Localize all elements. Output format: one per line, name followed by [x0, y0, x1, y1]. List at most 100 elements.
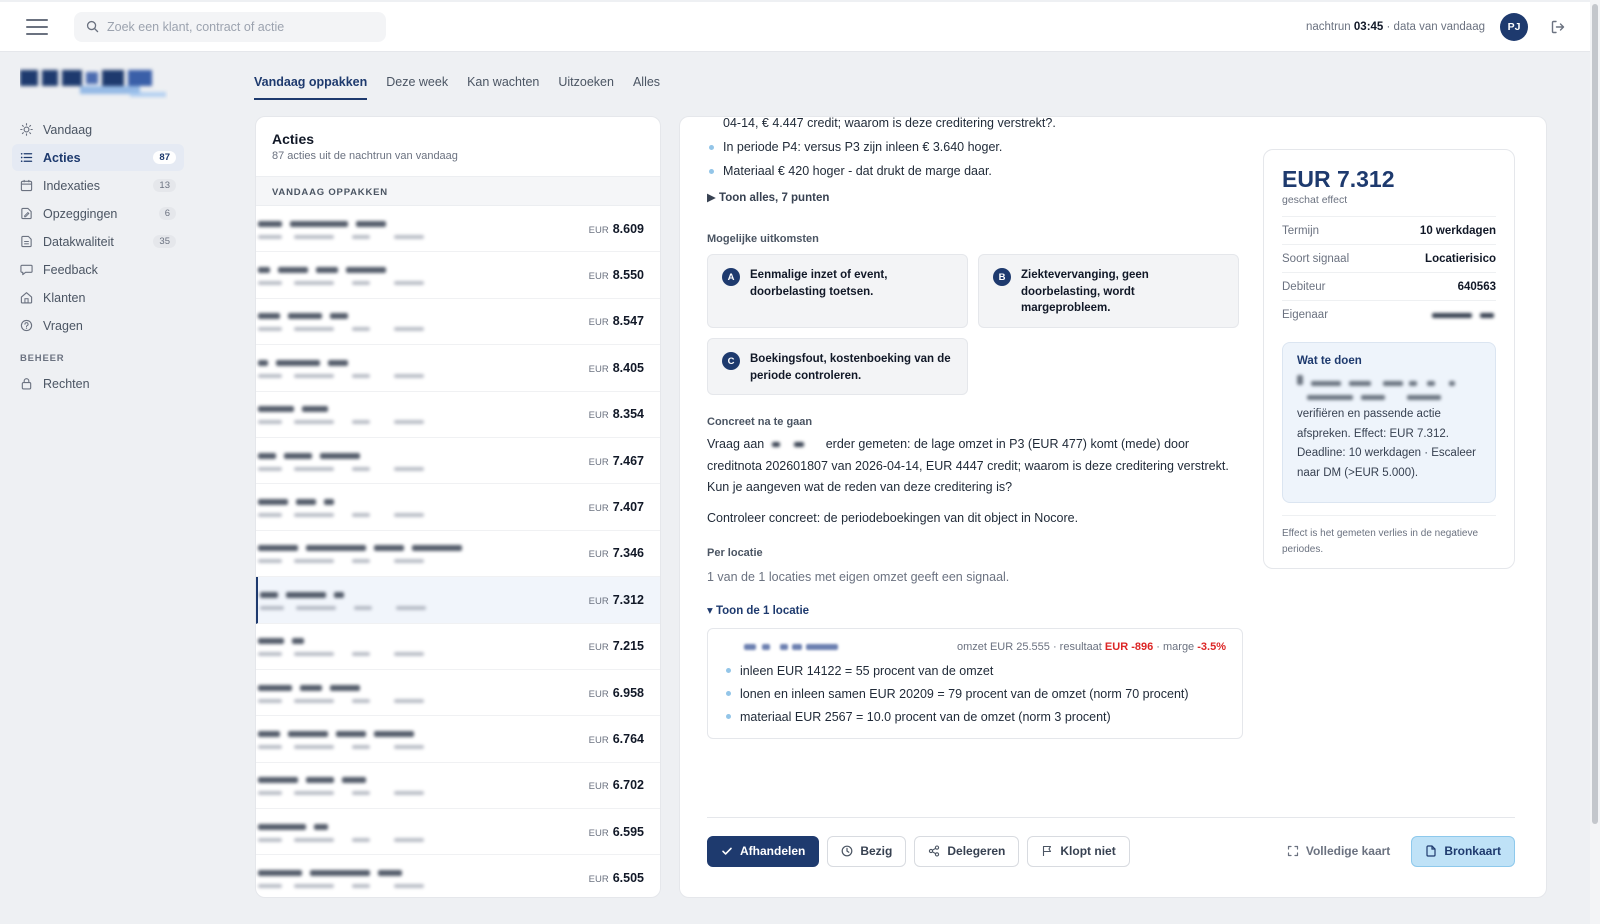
- table-row[interactable]: EUR 6.958: [256, 670, 660, 717]
- hamburger-menu-icon[interactable]: [26, 18, 48, 35]
- effect-row: Termijn 10 werkdagen: [1282, 216, 1496, 244]
- outcome-option-b[interactable]: B Ziektevervanging, geen doorbelasting, …: [978, 254, 1239, 328]
- effect-row: Eigenaar: [1282, 300, 1496, 328]
- sidebar-item-label: Datakwaliteit: [43, 234, 114, 249]
- sidebar-item-label: Klanten: [43, 290, 86, 305]
- redacted-customer-name: [258, 582, 572, 618]
- count-badge: 13: [153, 179, 176, 192]
- table-row[interactable]: EUR 8.547: [256, 299, 660, 346]
- table-row[interactable]: EUR 8.550: [256, 252, 660, 299]
- option-text: Boekingsfout, kostenboeking van de perio…: [750, 353, 951, 382]
- table-row[interactable]: EUR 8.405: [256, 345, 660, 392]
- lock-icon: [21, 378, 32, 390]
- location-summary: omzet EUR 25.555 · resultaat EUR -896 · …: [956, 641, 1226, 653]
- count-badge: 35: [153, 235, 176, 248]
- sidebar-item-datakwaliteit[interactable]: Datakwaliteit 35: [12, 228, 184, 255]
- row-amount: EUR 7.215: [588, 639, 644, 654]
- redacted-customer-name: [256, 396, 572, 432]
- redacted-customer-name: [256, 535, 572, 571]
- row-amount: EUR 7.407: [588, 500, 644, 515]
- tab-alles[interactable]: Alles: [633, 68, 660, 100]
- count-badge: 6: [158, 207, 176, 220]
- row-amount: EUR 8.405: [588, 360, 644, 375]
- effect-row: Soort signaal Locatierisico: [1282, 244, 1496, 272]
- redacted-customer-name: [256, 443, 572, 479]
- outcome-option-c[interactable]: C Boekingsfout, kostenboeking van de per…: [707, 338, 968, 395]
- sidebar-item-opzeggingen[interactable]: Opzeggingen 6: [12, 200, 184, 227]
- per-location-title: Per locatie: [707, 547, 763, 559]
- table-row[interactable]: EUR 7.346: [256, 531, 660, 578]
- concrete-title: Concreet na te gaan: [707, 416, 813, 428]
- table-row[interactable]: EUR 7.215: [256, 624, 660, 670]
- sidebar: Vandaag Acties 87 Indexaties 13 Opzeggin…: [0, 52, 240, 924]
- logout-icon[interactable]: [1550, 19, 1566, 35]
- full-card-button[interactable]: Volledige kaart: [1274, 836, 1403, 867]
- concrete-check: Controleer concreet: de periodeboekingen…: [707, 510, 1079, 525]
- table-row[interactable]: EUR 6.505: [256, 855, 660, 897]
- company-logo: [20, 70, 166, 97]
- tab-vandaag-oppakken[interactable]: Vandaag oppakken: [254, 68, 368, 100]
- action-detail-panel: 04-14, € 4.447 credit; waarom is deze cr…: [679, 116, 1547, 898]
- row-amount: EUR 8.550: [588, 268, 644, 283]
- todo-box: Wat te doen verifiëren en passende actie…: [1282, 342, 1496, 503]
- table-row[interactable]: EUR 8.354: [256, 392, 660, 438]
- handle-button[interactable]: Afhandelen: [707, 835, 820, 867]
- row-amount: EUR 7.346: [588, 546, 644, 561]
- outcome-option-a[interactable]: A Eenmalige inzet of event, doorbelastin…: [707, 254, 968, 328]
- redacted-customer-name: [256, 628, 572, 664]
- table-row[interactable]: EUR 6.764: [256, 716, 660, 763]
- avatar[interactable]: PJ: [1500, 13, 1528, 41]
- redacted-todo-text: [1297, 373, 1481, 405]
- sidebar-item-feedback[interactable]: Feedback: [12, 256, 184, 283]
- effect-amount: EUR 7.312: [1282, 166, 1395, 192]
- not-correct-button[interactable]: Klopt niet: [1027, 835, 1130, 867]
- show-all-toggle[interactable]: ▶ Toon alles, 7 punten: [707, 190, 1243, 204]
- todo-title: Wat te doen: [1297, 355, 1362, 367]
- option-letter-badge: B: [993, 268, 1011, 286]
- effect-card: EUR 7.312 geschat effect Termijn 10 werkd…: [1263, 149, 1515, 569]
- sidebar-item-acties[interactable]: Acties 87: [12, 144, 184, 171]
- main-nav: Vandaag Acties 87 Indexaties 13 Opzeggin…: [12, 116, 184, 398]
- sidebar-item-rechten[interactable]: Rechten: [12, 370, 184, 397]
- action-rows: EUR 8.609 EUR 8.550 EUR 8.547 EUR 8.405 EUR 8.354…: [256, 206, 660, 897]
- delegate-button[interactable]: Delegeren: [914, 835, 1020, 867]
- tab-kan-wachten[interactable]: Kan wachten: [467, 68, 539, 100]
- expand-icon: [1287, 845, 1298, 857]
- table-row[interactable]: EUR 7.467: [256, 438, 660, 485]
- tab-deze-week[interactable]: Deze week: [386, 68, 448, 100]
- option-letter-badge: C: [722, 352, 740, 370]
- nightrun-status: nachtrun 03:45 · data van vandaag: [1305, 21, 1485, 33]
- search-box[interactable]: [74, 11, 386, 42]
- source-card-button[interactable]: Bronkaart: [1411, 835, 1515, 867]
- sidebar-item-klanten[interactable]: Klanten: [12, 284, 184, 311]
- document-edit-icon: [21, 207, 32, 220]
- row-amount: EUR 6.702: [588, 778, 644, 793]
- table-row[interactable]: EUR 8.609: [256, 206, 660, 253]
- search-input[interactable]: [107, 19, 367, 34]
- table-row[interactable]: EUR 7.407: [256, 484, 660, 531]
- share-icon: [929, 845, 940, 857]
- redacted-location-name: [744, 642, 864, 652]
- effect-footnote: Effect is het gemeten verlies in de nega…: [1282, 515, 1496, 558]
- detail-content: 04-14, € 4.447 credit; waarom is deze cr…: [707, 117, 1243, 739]
- bullet-item: In periode P4: versus P3 zijn inleen € 3…: [707, 138, 1243, 156]
- sidebar-item-vragen[interactable]: Vragen: [12, 312, 184, 339]
- table-row[interactable]: EUR 7.312: [256, 577, 660, 624]
- section-label: BEHEER: [20, 353, 65, 364]
- row-amount: EUR 6.764: [588, 731, 644, 746]
- sidebar-item-indexaties[interactable]: Indexaties 13: [12, 172, 184, 199]
- redacted-customer-name: [256, 675, 572, 711]
- divider: [707, 817, 1515, 818]
- page-scrollbar[interactable]: [1590, 0, 1600, 924]
- tab-uitzoeken[interactable]: Uitzoeken: [558, 68, 614, 100]
- table-row[interactable]: EUR 6.595: [256, 809, 660, 856]
- busy-button[interactable]: Bezig: [827, 835, 907, 867]
- show-locations-toggle[interactable]: ▾ Toon de 1 locatie: [707, 603, 1243, 617]
- calendar-icon: [20, 179, 33, 192]
- table-row[interactable]: EUR 6.702: [256, 763, 660, 810]
- sidebar-item-label: Opzeggingen: [43, 206, 118, 221]
- sidebar-item-vandaag[interactable]: Vandaag: [12, 116, 184, 143]
- list-subtitle: 87 acties uit de nachtrun van vandaag: [272, 150, 458, 162]
- row-amount: EUR 7.467: [588, 453, 644, 468]
- todo-text: verifiëren en passende actie afspreken. …: [1297, 408, 1476, 479]
